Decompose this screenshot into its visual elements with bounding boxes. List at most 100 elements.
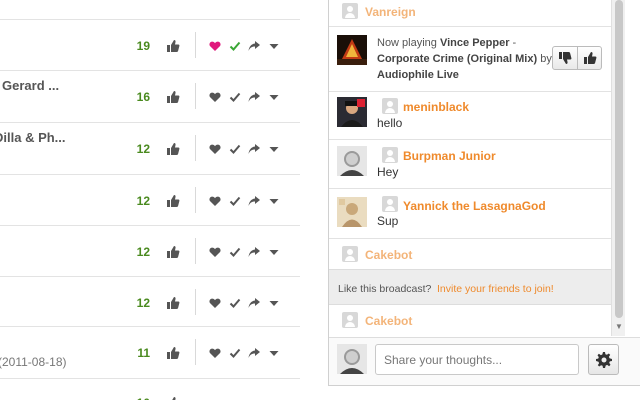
thumbs-down-icon[interactable] (553, 47, 577, 69)
track-row[interactable]: 12 (0, 277, 300, 327)
thumbs-up-icon[interactable] (578, 47, 602, 69)
chat-username[interactable]: Cakebot (365, 314, 412, 328)
now-playing-label[interactable]: Audiophile Live (377, 69, 459, 81)
chat-scrollbar[interactable]: ▼ (611, 0, 625, 336)
chevron-down-icon[interactable] (268, 91, 280, 103)
chat-bottom-border (328, 385, 640, 386)
track-row[interactable]: 12 (0, 226, 300, 277)
heart-icon[interactable] (209, 40, 221, 52)
chat-message: Yannick the LasagnaGod Sup (329, 189, 611, 239)
chat-message: Burpman Junior Hey (329, 140, 611, 189)
thumbs-up-icon[interactable] (166, 346, 180, 360)
share-arrow-icon[interactable] (248, 297, 260, 309)
avatar (337, 197, 367, 227)
heart-icon[interactable] (209, 143, 221, 155)
check-icon[interactable] (229, 91, 241, 103)
thumbs-up-icon[interactable] (166, 245, 180, 259)
chat-message-text: Sup (377, 214, 399, 228)
thumbs-up-icon[interactable] (166, 39, 180, 53)
now-playing-artist[interactable]: Vince Pepper (440, 37, 510, 49)
user-icon (342, 3, 358, 19)
chat-username[interactable]: Burpman Junior (403, 149, 496, 163)
avatar (337, 97, 367, 127)
scroll-down-icon[interactable]: ▼ (615, 322, 623, 331)
thumbs-up-icon[interactable] (166, 194, 180, 208)
track-row[interactable]: Dilla & Ph... 12 (0, 123, 300, 175)
album-art (337, 35, 367, 65)
check-icon[interactable] (229, 297, 241, 309)
track-row[interactable]: 19 (0, 20, 300, 71)
thumbs-up-icon[interactable] (166, 142, 180, 156)
bot-icon (342, 246, 358, 262)
chevron-down-icon[interactable] (268, 143, 280, 155)
heart-icon[interactable] (209, 297, 221, 309)
divider (195, 339, 196, 365)
share-arrow-icon[interactable] (248, 40, 260, 52)
thumbs-up-icon[interactable] (166, 396, 180, 400)
bot-icon (342, 312, 358, 328)
settings-button[interactable] (588, 344, 619, 375)
check-icon[interactable] (229, 347, 241, 359)
invite-promo: Like this broadcast? Invite your friends… (329, 269, 611, 305)
chat-message-text: hello (377, 116, 403, 130)
chat-message: Cakebot (329, 306, 611, 336)
share-arrow-icon[interactable] (248, 246, 260, 258)
user-icon (382, 196, 398, 212)
chat-message: Cakebot (329, 239, 611, 269)
track-title[interactable]: Dilla & Ph... (0, 130, 66, 145)
heart-icon[interactable] (209, 91, 221, 103)
promo-text: Like this broadcast? (338, 283, 432, 295)
invite-friends-link[interactable]: Invite your friends to join! (437, 283, 554, 295)
chat-message: Vanreign (329, 0, 611, 27)
vote-count: 12 (136, 194, 150, 208)
user-icon (382, 147, 398, 163)
heart-icon[interactable] (209, 246, 221, 258)
now-playing-message: Now playing Vince Pepper - Corporate Cri… (329, 27, 611, 92)
now-playing-track[interactable]: Corporate Crime (Original Mix) (377, 53, 537, 65)
heart-icon[interactable] (209, 347, 221, 359)
now-playing-by: by (540, 53, 552, 65)
track-row[interactable]: 10 (0, 379, 300, 400)
heart-icon[interactable] (209, 195, 221, 207)
thumbs-up-icon[interactable] (166, 296, 180, 310)
share-arrow-icon[interactable] (248, 143, 260, 155)
divider (195, 238, 196, 264)
scroll-thumb[interactable] (615, 0, 623, 318)
check-icon[interactable] (229, 40, 241, 52)
chat-username[interactable]: Cakebot (365, 248, 412, 262)
now-playing-text: Now playing Vince Pepper - Corporate Cri… (377, 35, 553, 83)
divider (195, 83, 196, 109)
chat-username[interactable]: Yannick the LasagnaGod (403, 199, 546, 213)
vote-count: 12 (136, 245, 150, 259)
vote-count: 16 (136, 90, 150, 104)
chat-username[interactable]: meninblack (403, 100, 469, 114)
vote-buttons (552, 46, 602, 70)
chevron-down-icon[interactable] (268, 195, 280, 207)
track-date: (2011-08-18) (0, 355, 67, 369)
chat-input[interactable] (375, 344, 579, 375)
track-row[interactable]: (2011-08-18) 11 (0, 327, 300, 379)
chevron-down-icon[interactable] (268, 246, 280, 258)
vote-count: 12 (136, 142, 150, 156)
vote-count: 19 (136, 39, 150, 53)
chevron-down-icon[interactable] (268, 297, 280, 309)
check-icon[interactable] (229, 246, 241, 258)
chat-username[interactable]: Vanreign (365, 5, 416, 19)
track-row[interactable] (0, 0, 300, 20)
check-icon[interactable] (229, 143, 241, 155)
chat-message-text: Hey (377, 165, 399, 179)
share-arrow-icon[interactable] (248, 91, 260, 103)
track-row[interactable]: 12 (0, 175, 300, 226)
divider (195, 32, 196, 58)
check-icon[interactable] (229, 195, 241, 207)
share-arrow-icon[interactable] (248, 347, 260, 359)
thumbs-up-icon[interactable] (166, 90, 180, 104)
chevron-down-icon[interactable] (268, 40, 280, 52)
track-row[interactable]: Gerard ... 16 (0, 71, 300, 123)
divider (195, 289, 196, 315)
vote-count: 12 (136, 296, 150, 310)
share-arrow-icon[interactable] (248, 195, 260, 207)
track-title[interactable]: Gerard ... (2, 78, 59, 93)
chat-message: meninblack hello (329, 92, 611, 140)
chevron-down-icon[interactable] (268, 347, 280, 359)
